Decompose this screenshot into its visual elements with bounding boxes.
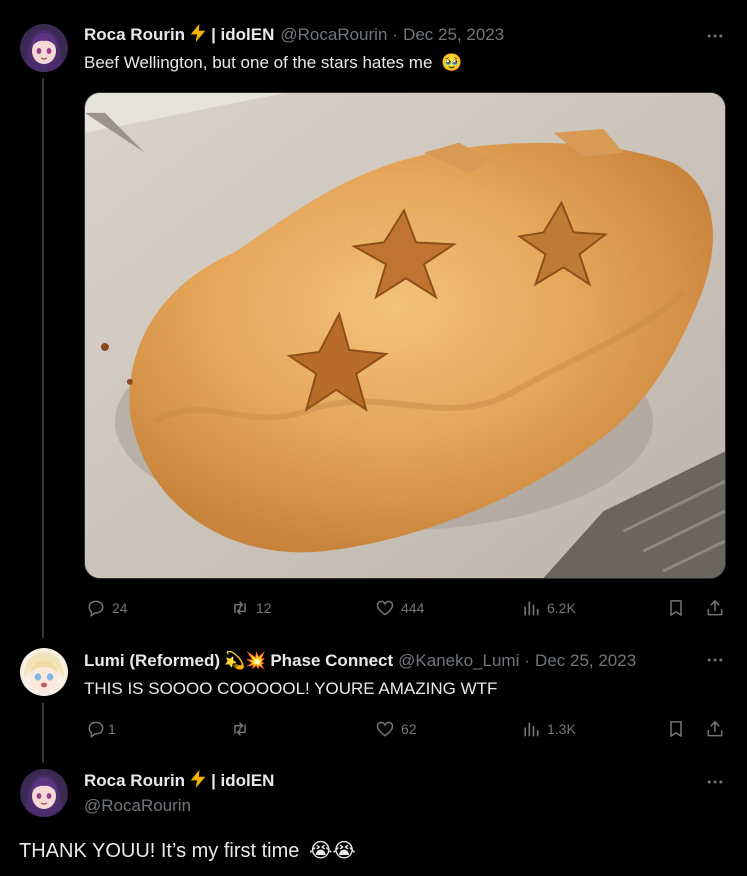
tweet-text: THANK YOUU! It’s my first time — [19, 840, 300, 862]
post-date[interactable]: Dec 25, 2023 — [403, 25, 504, 45]
view-count: 1.3K — [547, 721, 576, 737]
tweet-3-text: THANK YOUU! It’s my first time 😭😭 — [19, 838, 356, 864]
author-affiliation[interactable]: | idolEN — [211, 25, 274, 45]
lightning-icon — [187, 768, 209, 795]
views-button[interactable]: 6.2K — [521, 598, 576, 618]
lightning-icon — [187, 22, 209, 49]
tweet-1-header: Roca Rourin | idolEN @RocaRourin · Dec 2… — [84, 22, 504, 49]
author-emojis: 💫💥 — [224, 651, 267, 670]
more-options-button[interactable] — [703, 650, 727, 670]
like-count: 444 — [401, 600, 425, 616]
avatar-roca[interactable] — [20, 24, 68, 72]
thread-connector-1 — [42, 78, 44, 638]
author-name[interactable]: Roca Rourin — [84, 25, 185, 45]
share-icon — [705, 719, 725, 739]
more-horizontal-icon — [707, 658, 723, 662]
like-count: 62 — [401, 721, 417, 737]
author-affiliation[interactable]: | idolEN — [211, 771, 274, 791]
tweet-media-image[interactable] — [84, 92, 726, 579]
bookmark-button[interactable] — [666, 719, 686, 739]
crying-emojis: 😭😭 — [308, 840, 356, 862]
reply-count: 24 — [112, 600, 128, 616]
avatar-roca[interactable] — [20, 769, 68, 817]
like-button[interactable]: 444 — [375, 598, 424, 618]
repost-count: 12 — [256, 600, 272, 616]
reply-count: 1 — [108, 721, 116, 737]
tweet-3-handle-row: @RocaRourin — [84, 795, 191, 817]
share-icon — [705, 598, 725, 618]
views-button[interactable]: 1.3K — [521, 719, 576, 739]
separator-dot: · — [392, 25, 399, 44]
author-handle[interactable]: @RocaRourin — [84, 796, 191, 816]
author-name[interactable]: Lumi (Reformed) — [84, 651, 220, 671]
thread-connector-2 — [42, 703, 44, 763]
more-horizontal-icon — [707, 780, 723, 784]
author-name[interactable]: Roca Rourin — [84, 771, 185, 791]
reply-icon — [86, 719, 106, 739]
more-horizontal-icon — [707, 34, 723, 38]
separator-dot: · — [524, 651, 531, 670]
bookmark-icon — [666, 598, 686, 618]
bookmark-button[interactable] — [666, 598, 686, 618]
repost-button[interactable]: 12 — [230, 598, 272, 618]
author-handle[interactable]: @Kaneko_Lumi — [398, 651, 519, 671]
author-handle[interactable]: @RocaRourin — [280, 25, 387, 45]
tweet-2-text: THIS IS SOOOO COOOOOL! YOURE AMAZING WTF — [84, 679, 498, 698]
heart-icon — [375, 598, 395, 618]
view-count: 6.2K — [547, 600, 576, 616]
heart-icon — [375, 719, 395, 739]
more-options-button[interactable] — [703, 26, 727, 46]
views-icon — [521, 719, 541, 739]
reply-icon — [86, 598, 106, 618]
more-options-button[interactable] — [703, 772, 727, 792]
repost-icon — [230, 719, 250, 739]
beef-wellington-photo — [85, 93, 725, 578]
repost-button[interactable] — [230, 719, 250, 739]
tweet-1-text: Beef Wellington, but one of the stars ha… — [84, 52, 462, 74]
post-date[interactable]: Dec 25, 2023 — [535, 651, 636, 671]
bookmark-icon — [666, 719, 686, 739]
share-button[interactable] — [705, 598, 725, 618]
views-icon — [521, 598, 541, 618]
tweet-3-name-row: Roca Rourin | idolEN — [84, 768, 274, 795]
pleading-emoji: 🥹 — [441, 53, 463, 72]
like-button[interactable]: 62 — [375, 719, 417, 739]
reply-button[interactable]: 24 — [86, 598, 128, 618]
repost-icon — [230, 598, 250, 618]
avatar-lumi[interactable] — [20, 648, 68, 696]
tweet-2-header: Lumi (Reformed) 💫💥 Phase Connect @Kaneko… — [84, 650, 636, 672]
tweet-text: Beef Wellington, but one of the stars ha… — [84, 53, 433, 72]
reply-button[interactable]: 1 — [86, 719, 116, 739]
author-affiliation[interactable]: Phase Connect — [270, 651, 393, 671]
share-button[interactable] — [705, 719, 725, 739]
